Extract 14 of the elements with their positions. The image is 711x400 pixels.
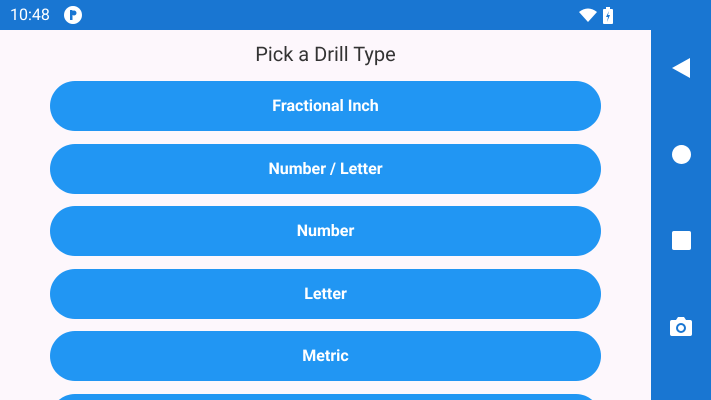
drill-type-button[interactable]: Fractional Inch <box>50 81 601 131</box>
drill-type-button[interactable]: Metric <box>50 331 601 381</box>
home-icon[interactable] <box>672 145 690 164</box>
drill-type-button[interactable]: Number <box>50 206 601 256</box>
back-icon[interactable] <box>672 58 690 78</box>
camera-icon[interactable] <box>670 317 692 336</box>
wifi-icon <box>579 8 597 22</box>
app-notification-icon <box>64 6 82 24</box>
battery-icon <box>603 6 613 24</box>
drill-type-button[interactable]: Number / Letter <box>50 144 601 194</box>
recents-icon[interactable] <box>672 231 690 250</box>
clock: 10:48 <box>10 4 50 26</box>
drill-type-button[interactable]: Letter <box>50 268 601 318</box>
page-title: Pick a Drill Type <box>255 41 396 68</box>
